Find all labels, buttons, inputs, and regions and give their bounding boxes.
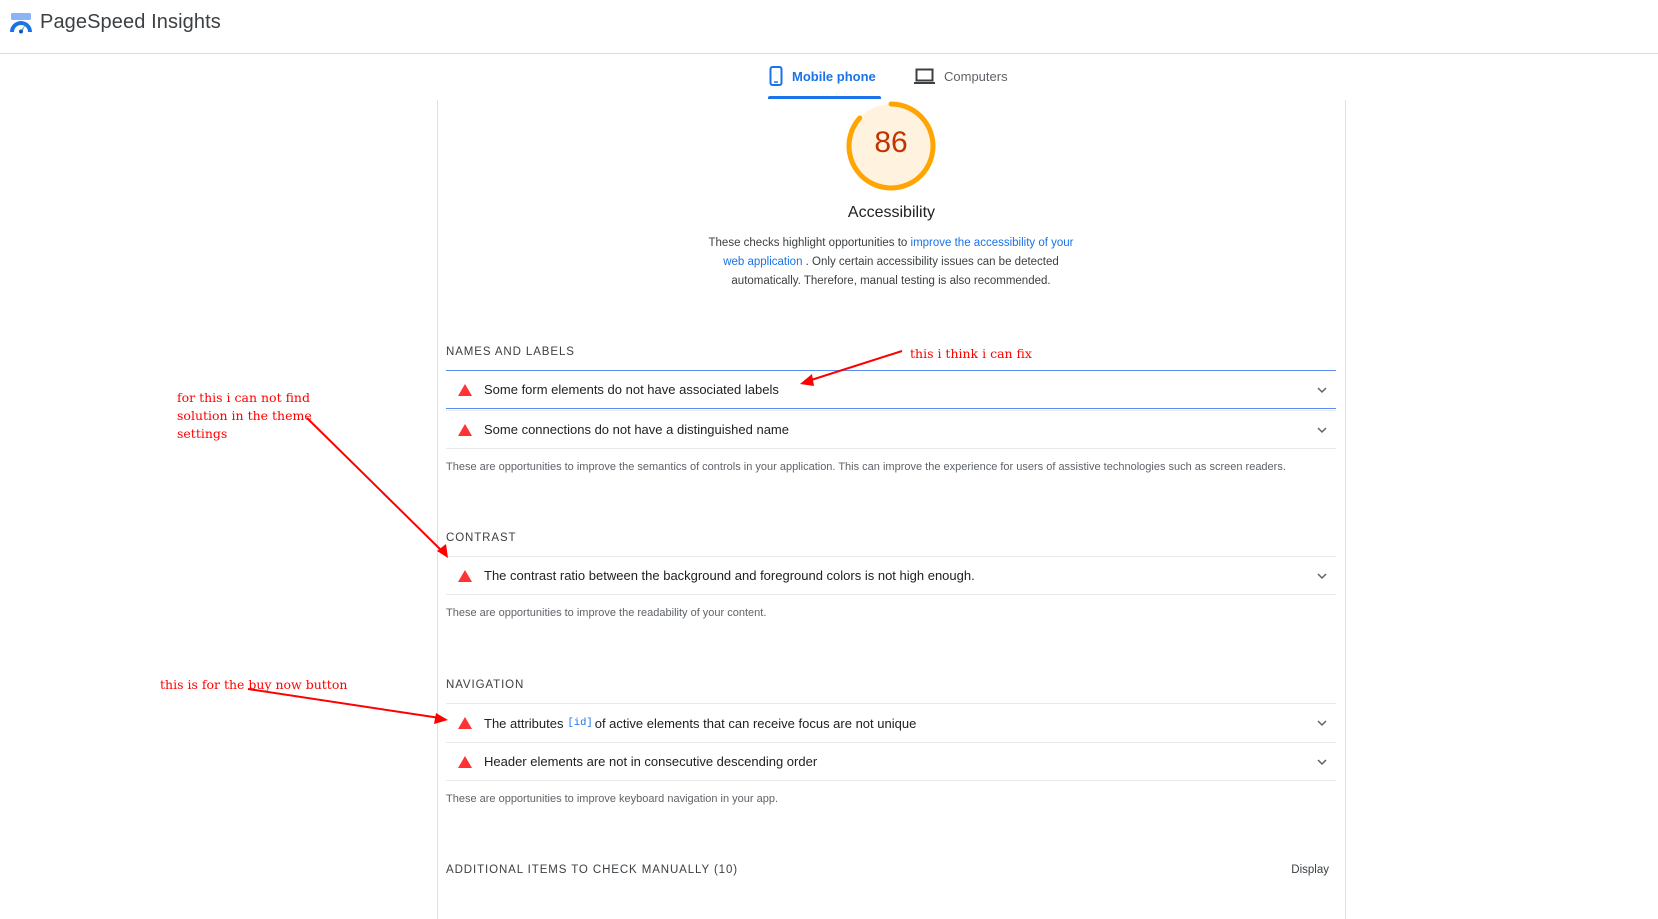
chevron-down-icon[interactable]: [1316, 384, 1328, 396]
tab-computers[interactable]: Computers: [914, 54, 1008, 98]
group-title-additional[interactable]: ADDITIONAL ITEMS TO CHECK MANUALLY (10): [446, 864, 738, 876]
chevron-down-icon[interactable]: [1316, 717, 1328, 729]
group-description-contrast: These are opportunities to improve the r…: [446, 607, 767, 619]
audit-link-name[interactable]: Some connections do not have a distingui…: [446, 410, 1336, 449]
category-description: These checks highlight opportunities to …: [701, 234, 1081, 291]
fail-triangle-icon: [458, 423, 472, 436]
annotation-theme-line: for this i can not find: [177, 390, 310, 405]
additional-display-toggle[interactable]: Display: [1291, 864, 1329, 876]
brand-title[interactable]: PageSpeed Insights: [40, 11, 221, 34]
device-tabs: Mobile phone Computers: [0, 54, 1658, 100]
audit-label-tail: of active elements that can receive focu…: [594, 715, 917, 731]
audit-duplicate-id-active[interactable]: The attributes [id] of active elements th…: [446, 703, 1336, 742]
audit-color-contrast[interactable]: The contrast ratio between the backgroun…: [446, 556, 1336, 595]
fail-triangle-icon: [458, 383, 472, 396]
audit-form-labels[interactable]: Some form elements do not have associate…: [446, 370, 1336, 409]
laptop-icon: [914, 68, 935, 84]
audit-label: Some connections do not have a distingui…: [484, 422, 789, 437]
report-panel[interactable]: 86 Accessibility These checks highlight …: [437, 100, 1346, 919]
audit-heading-order[interactable]: Header elements are not in consecutive d…: [446, 742, 1336, 781]
annotation-theme: for this i can not find solution in the …: [177, 389, 312, 443]
category-description-text: These checks highlight opportunities to: [708, 237, 911, 249]
fail-triangle-icon: [458, 717, 472, 729]
category-title: Accessibility: [847, 204, 936, 221]
group-description-navigation: These are opportunities to improve keybo…: [446, 793, 779, 805]
active-tab-indicator: [768, 96, 881, 99]
fail-triangle-icon: [458, 755, 472, 768]
score-value: 86: [874, 126, 908, 159]
fail-triangle-icon: [458, 569, 472, 582]
group-title-navigation: NAVIGATION: [446, 679, 525, 691]
annotation-buy-now: this is for the buy now button: [160, 677, 348, 692]
tab-mobile-label: Mobile phone: [792, 68, 876, 84]
audit-label: The attributes: [484, 715, 564, 731]
tab-computers-label: Computers: [944, 68, 1008, 84]
chevron-down-icon[interactable]: [1316, 570, 1328, 582]
audit-label: Header elements are not in consecutive d…: [484, 754, 818, 769]
chevron-down-icon[interactable]: [1316, 424, 1328, 436]
tab-mobile-phone[interactable]: Mobile phone: [769, 54, 876, 98]
arrow-theme: [306, 417, 445, 554]
audit-code-id: [id]: [567, 717, 593, 729]
group-description-names-labels: These are opportunities to improve the s…: [446, 461, 1286, 473]
mobile-phone-icon: [769, 66, 783, 86]
annotation-theme-line: solution in the theme: [177, 408, 312, 423]
group-title-names-labels: NAMES AND LABELS: [446, 346, 575, 358]
group-title-contrast: CONTRAST: [446, 532, 517, 544]
chevron-down-icon[interactable]: [1316, 756, 1328, 768]
annotation-fix: this i think i can fix: [910, 346, 1032, 361]
pagespeed-logo-icon[interactable]: [9, 12, 33, 34]
audit-label: The contrast ratio between the backgroun…: [484, 568, 975, 583]
top-bar: PageSpeed Insights: [0, 0, 1658, 54]
audit-label: Some form elements do not have associate…: [484, 382, 779, 397]
annotation-theme-line: settings: [177, 426, 228, 441]
